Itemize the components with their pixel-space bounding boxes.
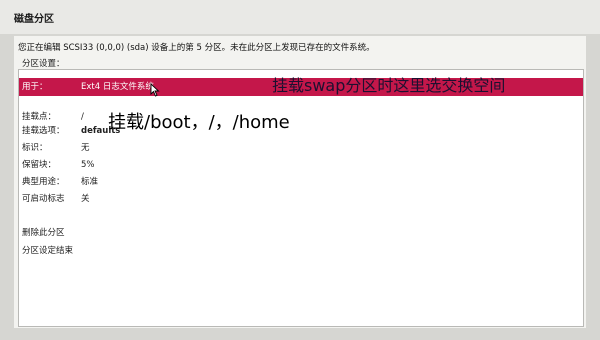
setting-value: 标准 xyxy=(81,177,99,187)
setting-label: 挂载选项： xyxy=(22,126,65,136)
setting-label: 保留块： xyxy=(22,160,57,170)
setting-label: 标识： xyxy=(22,143,48,153)
mouse-pointer-icon xyxy=(150,83,160,97)
settings-list: 用于： Ext4 日志文件系统 挂载点： / 挂载选项： defaults 标识… xyxy=(18,69,584,327)
setting-value: Ext4 日志文件系统 xyxy=(81,82,154,92)
title-bar: 磁盘分区 xyxy=(0,0,600,34)
setting-label: 可启动标志 xyxy=(22,194,65,204)
setting-value: 5% xyxy=(81,160,95,170)
setting-value: 无 xyxy=(81,143,90,153)
mount-annotation: 挂载/boot，/，/home xyxy=(108,112,290,133)
dialog-title: 磁盘分区 xyxy=(14,14,54,25)
setting-value: / xyxy=(81,112,84,122)
setting-label: 挂载点： xyxy=(22,112,57,122)
setting-row-bootable-flag[interactable]: 可启动标志 关 xyxy=(19,192,583,206)
action-label: 删除此分区 xyxy=(22,228,65,238)
setting-label: 用于： xyxy=(22,82,48,92)
section-label: 分区设置： xyxy=(22,59,65,69)
setting-row-mount-options[interactable]: 挂载选项： defaults xyxy=(19,124,583,138)
setting-row-label[interactable]: 标识： 无 xyxy=(19,141,583,155)
setting-label: 典型用途： xyxy=(22,177,65,187)
setting-value: 关 xyxy=(81,194,90,204)
partition-description: 您正在编辑 SCSI33 (0,0,0) (sda) 设备上的第 5 分区。未在… xyxy=(18,43,375,53)
delete-partition-action[interactable]: 删除此分区 xyxy=(19,226,583,240)
setting-row-reserved-blocks[interactable]: 保留块： 5% xyxy=(19,158,583,172)
swap-annotation: 挂载swap分区时这里选交换空间 xyxy=(272,76,506,95)
action-label: 分区设定结束 xyxy=(22,246,74,256)
setting-row-mount-point[interactable]: 挂载点： / xyxy=(19,110,583,124)
setting-row-typical-usage[interactable]: 典型用途： 标准 xyxy=(19,175,583,189)
done-setting-partition-action[interactable]: 分区设定结束 xyxy=(19,244,583,258)
